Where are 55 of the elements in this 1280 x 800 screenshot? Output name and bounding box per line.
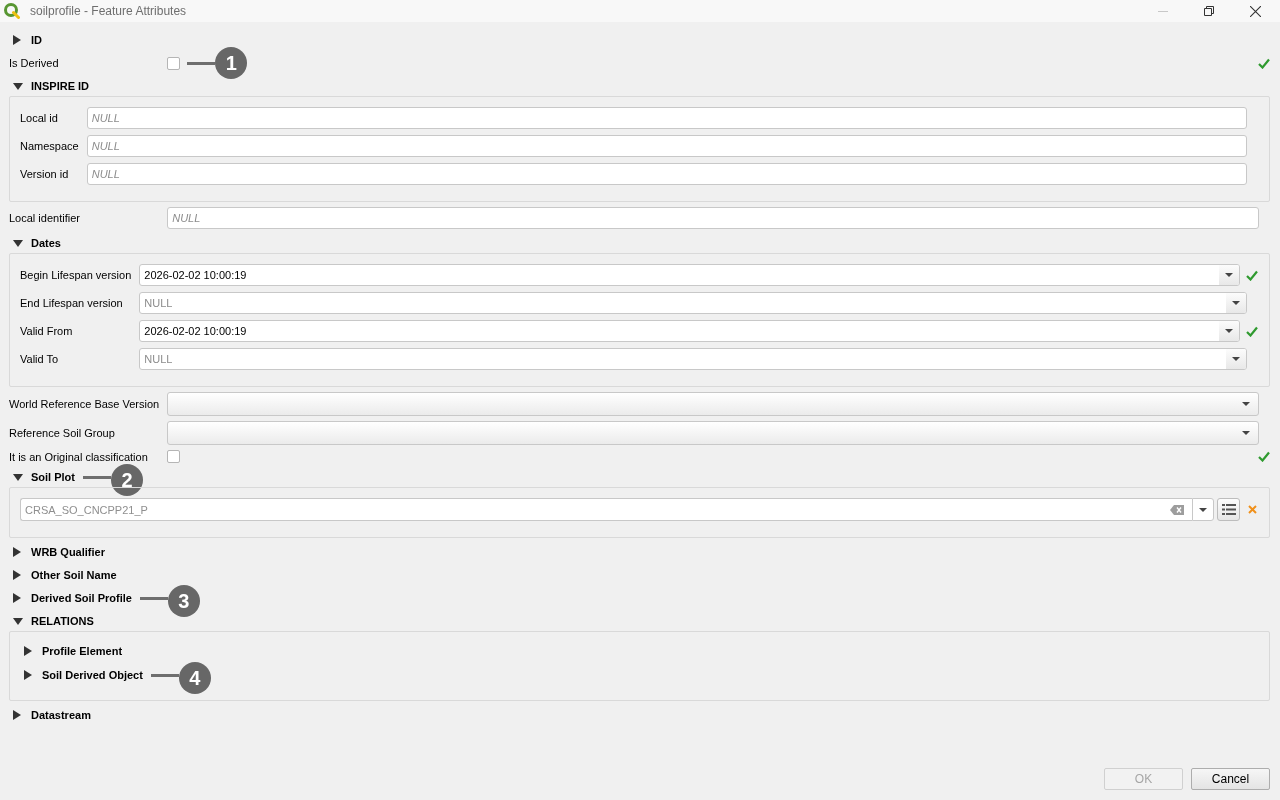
- text-field[interactable]: NULL: [86, 107, 1247, 129]
- dropdown-button[interactable]: [1192, 498, 1214, 521]
- field-label: Valid From: [20, 325, 74, 337]
- caret-down-icon: [1232, 357, 1240, 361]
- restore-icon[interactable]: [1204, 6, 1214, 16]
- text-field[interactable]: NULL: [167, 207, 1259, 229]
- callout-number: 3: [167, 585, 200, 617]
- field-label: Version id: [20, 168, 70, 180]
- section-toggle[interactable]: Dates: [9, 237, 61, 249]
- field-label: Begin Lifespan version: [20, 269, 132, 281]
- dropdown-field[interactable]: 2026-02-02 10:00:19: [139, 264, 1240, 286]
- window-title: soilprofile - Feature Attributes: [30, 4, 187, 18]
- callout-number: 1: [215, 47, 248, 79]
- app-icon: [4, 3, 20, 19]
- caret-down-icon: [1232, 301, 1240, 305]
- field-label: It is an Original classification: [9, 450, 149, 463]
- dialog-button[interactable]: Cancel: [1191, 768, 1270, 790]
- section-toggle[interactable]: Profile Element: [20, 645, 123, 657]
- field-label: Local id: [20, 112, 59, 124]
- section-toggle[interactable]: WRB Qualifier: [9, 546, 105, 558]
- text-field[interactable]: NULL: [86, 163, 1247, 185]
- field-label: Local identifier: [9, 212, 81, 224]
- caret-down-icon: [1199, 507, 1207, 512]
- caret-down-icon: [1225, 329, 1233, 333]
- callout-number: 2: [111, 464, 143, 496]
- caret-down-icon: [1242, 431, 1250, 435]
- dropdown-field[interactable]: 2026-02-02 10:00:19: [139, 320, 1240, 342]
- dropdown-field[interactable]: NULL: [139, 348, 1247, 370]
- field-label: End Lifespan version: [20, 297, 124, 309]
- caret-down-icon: [1225, 273, 1233, 277]
- section-toggle[interactable]: Derived Soil Profile: [9, 592, 132, 604]
- text-field[interactable]: NULL: [86, 135, 1247, 157]
- caret-down-icon: [1242, 402, 1250, 406]
- open-form-button[interactable]: [1217, 498, 1240, 521]
- section-toggle[interactable]: INSPIRE ID: [9, 80, 90, 92]
- field-label: Reference Soil Group: [9, 427, 116, 439]
- section-toggle[interactable]: Soil Plot: [9, 471, 75, 483]
- field-label: Is Derived: [9, 57, 60, 69]
- close-icon[interactable]: [1249, 5, 1261, 17]
- section-toggle[interactable]: Soil Derived Object: [20, 669, 143, 681]
- checkbox[interactable]: [167, 56, 181, 70]
- section-toggle[interactable]: Other Soil Name: [9, 569, 117, 581]
- dropdown-field[interactable]: NULL: [139, 292, 1247, 314]
- section-toggle[interactable]: RELATIONS: [9, 615, 94, 627]
- field-label: Valid To: [20, 353, 60, 365]
- dropdown-field[interactable]: [167, 421, 1259, 445]
- field-label: World Reference Base Version: [9, 398, 160, 410]
- clear-icon[interactable]: [1170, 504, 1184, 515]
- callout-number: 4: [178, 662, 211, 694]
- dropdown-field[interactable]: [167, 392, 1259, 416]
- section-toggle[interactable]: Datastream: [9, 709, 91, 721]
- field-label: Namespace: [20, 140, 79, 152]
- checkbox[interactable]: [167, 450, 181, 463]
- list-icon: [1221, 504, 1236, 515]
- section-toggle[interactable]: ID: [9, 34, 42, 46]
